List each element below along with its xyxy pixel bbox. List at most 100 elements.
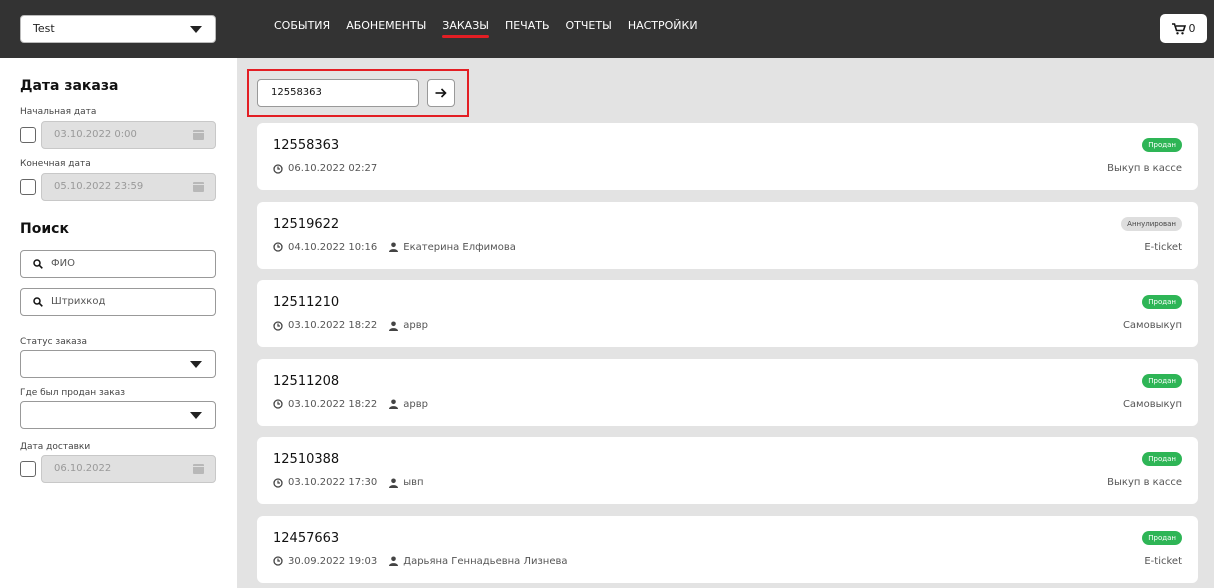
delivery-method: E-ticket (1144, 555, 1182, 567)
order-number: 12510388 (273, 452, 340, 467)
nav-settings[interactable]: НАСТРОЙКИ (628, 19, 698, 36)
delivery-method: Самовыкуп (1122, 320, 1182, 331)
delivery-date-label: Дата доставки (20, 442, 91, 452)
delivery-method: Самовыкуп (1122, 398, 1182, 410)
end-date-field[interactable]: 05.10.2022 23:59 (41, 173, 216, 201)
clock-icon (273, 556, 283, 566)
fio-placeholder: ФИО (51, 258, 75, 269)
end-date-label: Конечная дата (20, 159, 91, 169)
sold-where-label: Где был продан заказ (20, 388, 126, 398)
status-badge: Продан (1142, 138, 1182, 152)
order-datetime: 30.09.2022 19:03 (288, 555, 378, 567)
user-icon (389, 321, 399, 331)
order-card[interactable]: 12510388 03.10.2022 17:30 ывп Продан Выкуп в… (257, 437, 1198, 504)
order-customer: Екатерина Елфимова (389, 242, 516, 253)
status-badge: Продан (1142, 530, 1182, 545)
delivery-method: Выкуп в кассе (1107, 163, 1182, 174)
status-select[interactable] (20, 350, 216, 378)
order-customer: арвр (389, 399, 428, 410)
order-number-value: 12558363 (271, 87, 322, 98)
cart-button[interactable]: 0 (1160, 14, 1207, 43)
order-date-title: Дата заказа (20, 78, 119, 94)
search-title: Поиск (20, 221, 69, 237)
user-icon (389, 478, 399, 488)
filter-sidebar: Дата заказа Начальная дата 03.10.2022 0:… (0, 58, 237, 588)
order-customer: ывп (389, 477, 424, 488)
customer-name: Екатерина Елфимова (403, 241, 516, 253)
cart-icon (1171, 22, 1186, 34)
calendar-icon (193, 464, 204, 474)
order-number-input[interactable]: 12558363 (257, 79, 419, 107)
search-submit-button[interactable] (427, 79, 455, 107)
order-datetime: 04.10.2022 10:16 (288, 241, 378, 253)
order-card[interactable]: 12511208 03.10.2022 18:22 арвр Продан Самовы… (257, 358, 1198, 426)
search-icon (33, 297, 43, 307)
order-customer: арвр (389, 320, 428, 331)
chevron-down-icon (190, 26, 202, 33)
clock-icon (273, 242, 283, 252)
nav-orders[interactable]: ЗАКАЗЫ (442, 19, 489, 38)
user-icon (389, 242, 399, 252)
order-customer: Дарьяна Геннадьевна Лизнева (389, 555, 568, 567)
chevron-down-icon (190, 361, 202, 368)
nav-reports[interactable]: ОТЧЕТЫ (566, 19, 612, 36)
end-date-checkbox[interactable] (20, 179, 36, 195)
order-meta: 03.10.2022 17:30 ывп (273, 477, 424, 488)
nav-events[interactable]: СОБЫТИЯ (274, 19, 330, 36)
venue-select-value: Test (33, 22, 55, 35)
main-nav: СОБЫТИЯ АБОНЕМЕНТЫ ЗАКАЗЫ ПЕЧАТЬ ОТЧЕТЫ … (274, 19, 714, 38)
chevron-down-icon (190, 412, 202, 419)
end-date-value: 05.10.2022 23:59 (54, 181, 144, 192)
calendar-icon (193, 182, 204, 192)
status-badge: Продан (1142, 295, 1182, 309)
delivery-date-checkbox[interactable] (20, 461, 36, 477)
arrow-right-icon (435, 88, 447, 98)
fio-search-input[interactable]: ФИО (20, 250, 216, 278)
order-number: 12558363 (273, 138, 340, 153)
start-date-value: 03.10.2022 0:00 (54, 129, 137, 140)
search-icon (33, 259, 43, 269)
order-number: 12511210 (273, 295, 340, 310)
barcode-placeholder: Штрихкод (51, 296, 106, 307)
clock-icon (273, 477, 283, 488)
order-datetime: 03.10.2022 17:30 (288, 477, 378, 488)
order-meta: 04.10.2022 10:16 Екатерина Елфимова (273, 242, 516, 253)
start-date-field[interactable]: 03.10.2022 0:00 (41, 121, 216, 149)
user-icon (389, 556, 399, 566)
status-badge: Продан (1142, 373, 1182, 388)
customer-name: ывп (403, 477, 424, 488)
clock-icon (273, 320, 283, 331)
order-meta: 30.09.2022 19:03 Дарьяна Геннадьевна Лизн… (273, 556, 568, 567)
status-badge: Продан (1142, 452, 1182, 466)
order-datetime: 06.10.2022 02:27 (288, 163, 378, 174)
order-datetime: 03.10.2022 18:22 (288, 320, 378, 331)
order-meta: 06.10.2022 02:27 (273, 163, 377, 174)
clock-icon (273, 399, 283, 409)
customer-name: Дарьяна Геннадьевна Лизнева (403, 555, 568, 567)
order-meta: 03.10.2022 18:22 арвр (273, 399, 428, 410)
customer-name: арвр (403, 320, 428, 331)
sold-where-select[interactable] (20, 401, 216, 429)
order-card[interactable]: 12457663 30.09.2022 19:03 Дарьяна Геннадье… (257, 515, 1198, 583)
order-card[interactable]: 12519622 04.10.2022 10:16 Екатерина Елфимо… (257, 201, 1198, 269)
delivery-date-value: 06.10.2022 (54, 463, 112, 474)
delivery-method: E-ticket (1144, 241, 1182, 253)
nav-print[interactable]: ПЕЧАТЬ (505, 19, 550, 36)
delivery-method: Выкуп в кассе (1107, 477, 1182, 488)
order-number: 12511208 (273, 373, 340, 389)
status-label: Статус заказа (20, 337, 87, 347)
nav-subscriptions[interactable]: АБОНЕМЕНТЫ (346, 19, 426, 36)
calendar-icon (193, 130, 204, 140)
order-card[interactable]: 12558363 06.10.2022 02:27 Продан Выкуп в ка… (257, 123, 1198, 190)
delivery-date-field[interactable]: 06.10.2022 (41, 455, 216, 483)
venue-select[interactable]: Test (20, 15, 216, 43)
order-number: 12457663 (273, 530, 340, 546)
start-date-label: Начальная дата (20, 107, 97, 117)
cart-count: 0 (1188, 22, 1196, 35)
start-date-checkbox[interactable] (20, 127, 36, 143)
barcode-search-input[interactable]: Штрихкод (20, 288, 216, 316)
customer-name: арвр (403, 398, 428, 410)
order-card[interactable]: 12511210 03.10.2022 18:22 арвр Продан Самовы… (257, 280, 1198, 347)
status-badge: Аннулирован (1121, 216, 1182, 231)
user-icon (389, 399, 399, 409)
